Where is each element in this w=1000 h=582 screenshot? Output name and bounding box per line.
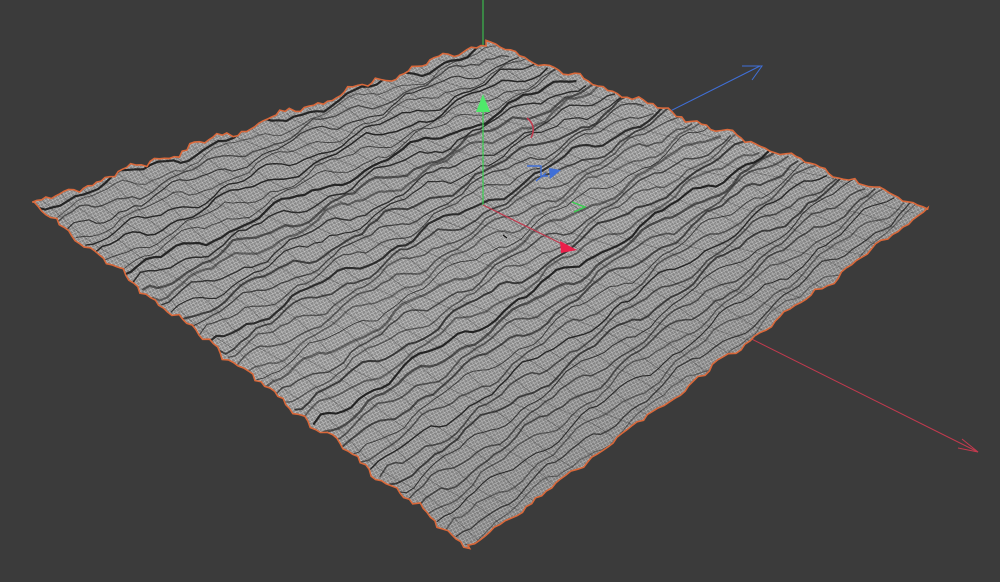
- 3d-viewport[interactable]: [0, 0, 1000, 582]
- x-axis-arrowhead-icon: [957, 438, 979, 453]
- viewport-canvas[interactable]: [0, 0, 1000, 582]
- terrain-mesh[interactable]: [32, 37, 930, 550]
